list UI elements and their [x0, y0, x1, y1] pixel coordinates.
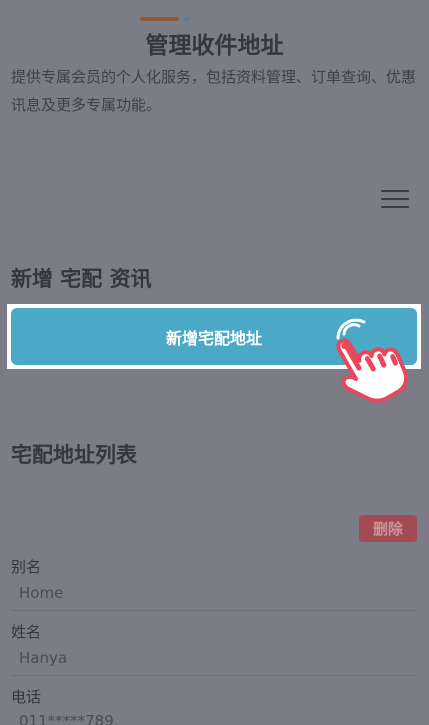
accent-bar-secondary: [184, 17, 190, 21]
page-title: 管理收件地址: [145, 33, 284, 59]
new-delivery-heading: 新增 宅配 资讯: [11, 267, 152, 291]
hamburger-menu-icon[interactable]: [381, 188, 409, 210]
field-divider: [11, 610, 417, 611]
title-accent-decoration: [140, 17, 200, 21]
pointer-hand-icon: [336, 318, 409, 403]
menu-line: [381, 190, 409, 192]
accent-bar-primary: [140, 17, 179, 21]
field-divider: [11, 675, 417, 676]
address-list-heading: 宅配地址列表: [11, 443, 137, 467]
menu-line: [381, 206, 409, 208]
alias-label: 别名: [11, 558, 42, 576]
menu-line: [381, 198, 409, 200]
page: 管理收件地址 提供专属会员的个人化服务，包括资料管理、订单查询、优惠讯息及更多专…: [0, 0, 429, 725]
alias-field[interactable]: Home: [19, 584, 63, 602]
name-field[interactable]: Hanya: [19, 649, 67, 667]
page-description: 提供专属会员的个人化服务，包括资料管理、订单查询、优惠讯息及更多专属功能。: [11, 68, 417, 114]
delete-address-button[interactable]: 删除: [359, 515, 417, 542]
phone-label: 电话: [11, 688, 42, 706]
phone-field[interactable]: 011*****789: [19, 712, 114, 725]
name-label: 姓名: [11, 623, 42, 641]
